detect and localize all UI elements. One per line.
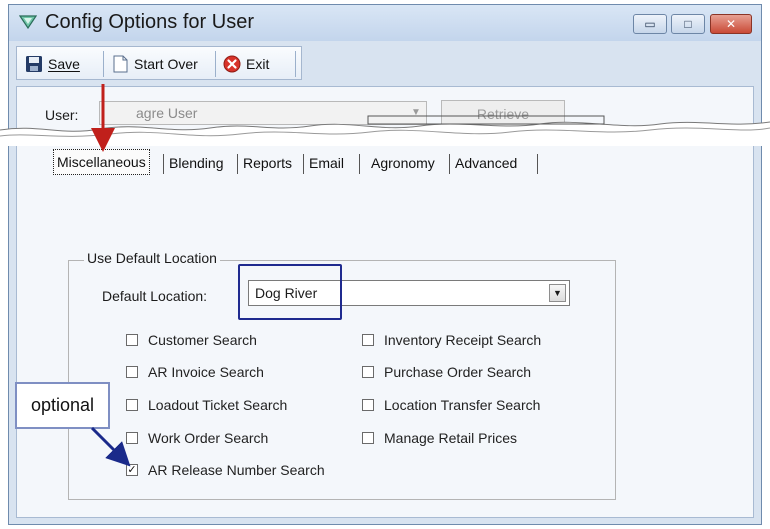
checkbox-box[interactable] (362, 399, 374, 411)
tab-separator (449, 154, 450, 174)
checkbox-inventory-receipt-search[interactable]: Inventory Receipt Search (362, 332, 541, 348)
checkbox-box[interactable] (362, 432, 374, 444)
tab-separator (359, 154, 360, 174)
tab-reports[interactable]: Reports (243, 151, 292, 175)
tab-separator (303, 154, 304, 174)
tab-separator (163, 154, 164, 174)
toolbar-separator (295, 51, 296, 77)
checkbox-purchase-order-search[interactable]: Purchase Order Search (362, 364, 531, 380)
highlight-box (238, 264, 342, 320)
checkbox-label: Manage Retail Prices (384, 430, 518, 446)
save-label: Save (48, 56, 80, 72)
checkbox-label: Loadout Ticket Search (148, 397, 288, 413)
torn-edge-divider (0, 115, 770, 146)
tab-blending[interactable]: Blending (169, 151, 224, 175)
checkbox-box[interactable] (362, 334, 374, 346)
tab-advanced[interactable]: Advanced (455, 151, 517, 175)
checkbox-label: AR Release Number Search (148, 462, 325, 478)
maximize-button[interactable]: □ (671, 14, 705, 34)
tab-separator (537, 154, 538, 174)
checkbox-ar-invoice-search[interactable]: AR Invoice Search (126, 364, 264, 380)
window-title: Config Options for User (45, 11, 254, 33)
checkbox-customer-search[interactable]: Customer Search (126, 332, 257, 348)
minimize-button[interactable]: ▭ (633, 14, 667, 34)
checkbox-box-checked[interactable]: ✓ (126, 464, 138, 476)
checkbox-box[interactable] (126, 432, 138, 444)
checkbox-work-order-search[interactable]: Work Order Search (126, 430, 268, 446)
toolbar-separator (215, 51, 216, 77)
title-bar: Config Options for User ▭ □ ✕ (9, 5, 761, 41)
toolbar-separator (103, 51, 104, 77)
checkbox-box[interactable] (362, 366, 374, 378)
toolbar: Save Start Over Exit (16, 46, 302, 80)
checkbox-label: Customer Search (148, 332, 257, 348)
tab-email[interactable]: Email (309, 151, 344, 175)
checkbox-label: Purchase Order Search (384, 364, 532, 380)
blank-document-icon (113, 55, 128, 73)
app-triangle-icon (19, 15, 37, 29)
floppy-disk-icon (26, 56, 42, 72)
checkbox-location-transfer-search[interactable]: Location Transfer Search (362, 397, 540, 413)
checkbox-box[interactable] (126, 399, 138, 411)
checkbox-label: Location Transfer Search (384, 397, 541, 413)
checkbox-box[interactable] (126, 366, 138, 378)
tab-agronomy[interactable]: Agronomy (371, 151, 435, 175)
start-over-label: Start Over (134, 56, 198, 72)
tab-separator (237, 154, 238, 174)
checkbox-label: Work Order Search (148, 430, 269, 446)
checkbox-box[interactable] (126, 334, 138, 346)
checkbox-label: Inventory Receipt Search (384, 332, 542, 348)
tab-miscellaneous[interactable]: Miscellaneous (53, 149, 150, 175)
exit-button[interactable]: Exit (223, 53, 269, 75)
exit-label: Exit (246, 56, 270, 72)
checkbox-label: AR Invoice Search (148, 364, 264, 380)
optional-callout: optional (15, 382, 110, 429)
chevron-down-icon[interactable]: ▼ (549, 284, 566, 302)
group-legend: Use Default Location (84, 250, 220, 266)
close-button[interactable]: ✕ (710, 14, 752, 34)
checkbox-ar-release-number-search[interactable]: ✓ AR Release Number Search (126, 462, 325, 478)
start-over-button[interactable]: Start Over (111, 53, 198, 75)
default-location-label: Default Location: (102, 288, 208, 304)
checkbox-loadout-ticket-search[interactable]: Loadout Ticket Search (126, 397, 287, 413)
checkbox-manage-retail-prices[interactable]: Manage Retail Prices (362, 430, 517, 446)
red-x-circle-icon (223, 55, 241, 73)
save-button[interactable]: Save (25, 53, 80, 75)
